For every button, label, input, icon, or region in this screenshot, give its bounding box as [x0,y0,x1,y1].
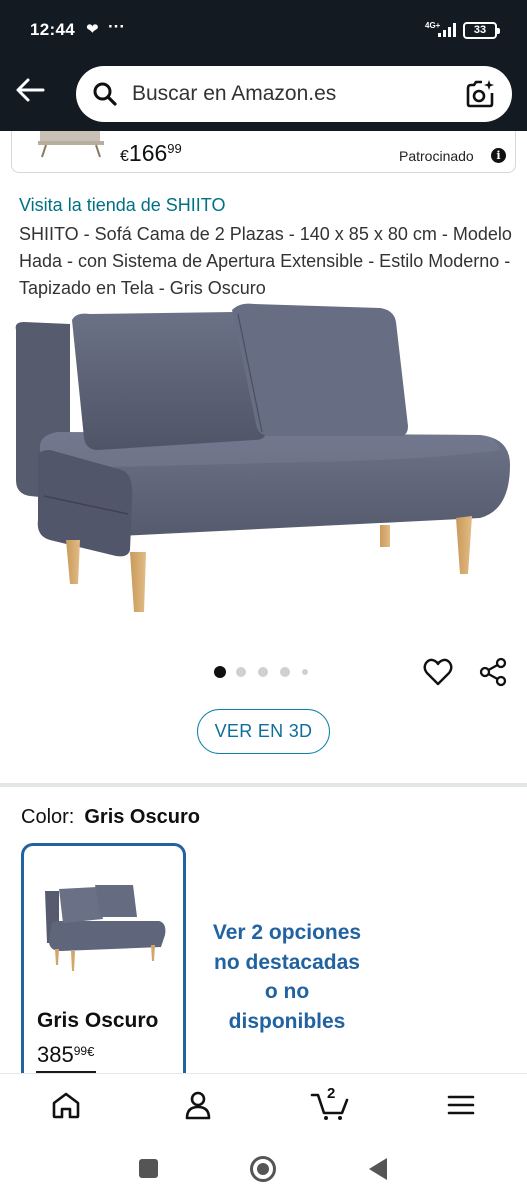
search-input[interactable]: Buscar en Amazon.es [132,82,336,106]
battery-level: 33 [473,24,487,36]
carousel-dot [258,667,268,677]
carousel-dot [236,667,246,677]
wishlist-heart-icon[interactable] [422,656,454,688]
swatch-name: Gris Oscuro [37,1009,159,1032]
notification-icon: ❤ [86,21,99,38]
system-navigation-bar [0,1135,527,1200]
more-options-link[interactable]: Ver 2 opciones no destacadas o no dispon… [208,918,366,1036]
share-icon[interactable] [477,656,509,688]
sponsored-product-card[interactable]: €16699 Patrocinado i [11,131,516,173]
status-time: 12:44 [30,20,75,39]
carousel-dot [302,669,308,675]
cart-count: 2 [327,1085,336,1102]
back-button-icon[interactable] [369,1158,387,1180]
product-title: SHIITO - Sofá Cama de 2 Plazas - 140 x 8… [19,224,512,298]
swatch-currency: € [87,1044,95,1059]
swatch-price-fraction: 99 [73,1044,88,1058]
product-image[interactable] [10,300,517,620]
currency-symbol: € [120,148,129,165]
store-link[interactable]: Visita la tienda de SHIITO [19,195,225,216]
price-fraction: 99 [167,141,182,156]
color-selector-label: Color: Gris Oscuro [21,806,200,829]
carousel-dot [214,666,226,678]
swatch-price-whole: 385 [37,1042,74,1067]
carousel-dot [280,667,290,677]
color-label: Color: [21,806,75,828]
home-button-icon[interactable] [250,1156,276,1182]
account-icon[interactable] [182,1089,214,1121]
selected-color: Gris Oscuro [84,806,200,828]
price-whole: 166 [128,140,168,166]
battery-icon: 33 [463,22,500,39]
top-bar: 12:44 ❤ ··· 4G+ 33 Buscar en Amazon.es [0,0,527,131]
search-bar[interactable]: Buscar en Amazon.es [76,66,512,122]
color-swatch-selected[interactable]: Gris Oscuro 38599€ [21,843,186,1083]
status-bar: 12:44 ❤ ··· 4G+ 33 [0,0,527,62]
home-icon[interactable] [50,1089,82,1121]
menu-icon[interactable] [445,1089,477,1121]
swatch-price: 38599€ [37,1042,94,1068]
sponsored-price: €16699 [120,140,182,167]
section-divider [0,783,527,787]
back-arrow-icon[interactable] [13,73,47,107]
sponsored-product-image [38,131,104,158]
recent-apps-icon[interactable] [139,1159,158,1178]
signal-icon [438,23,456,37]
sponsored-label: Patrocinado [399,148,474,164]
bottom-navigation: 2 [0,1073,527,1135]
swatch-product-image [45,885,166,971]
search-icon [93,82,117,106]
camera-search-icon[interactable] [464,78,496,110]
view-in-3d-button[interactable]: VER EN 3D [197,709,330,754]
info-icon[interactable]: i [491,148,506,163]
more-notifications-icon: ··· [108,17,125,36]
